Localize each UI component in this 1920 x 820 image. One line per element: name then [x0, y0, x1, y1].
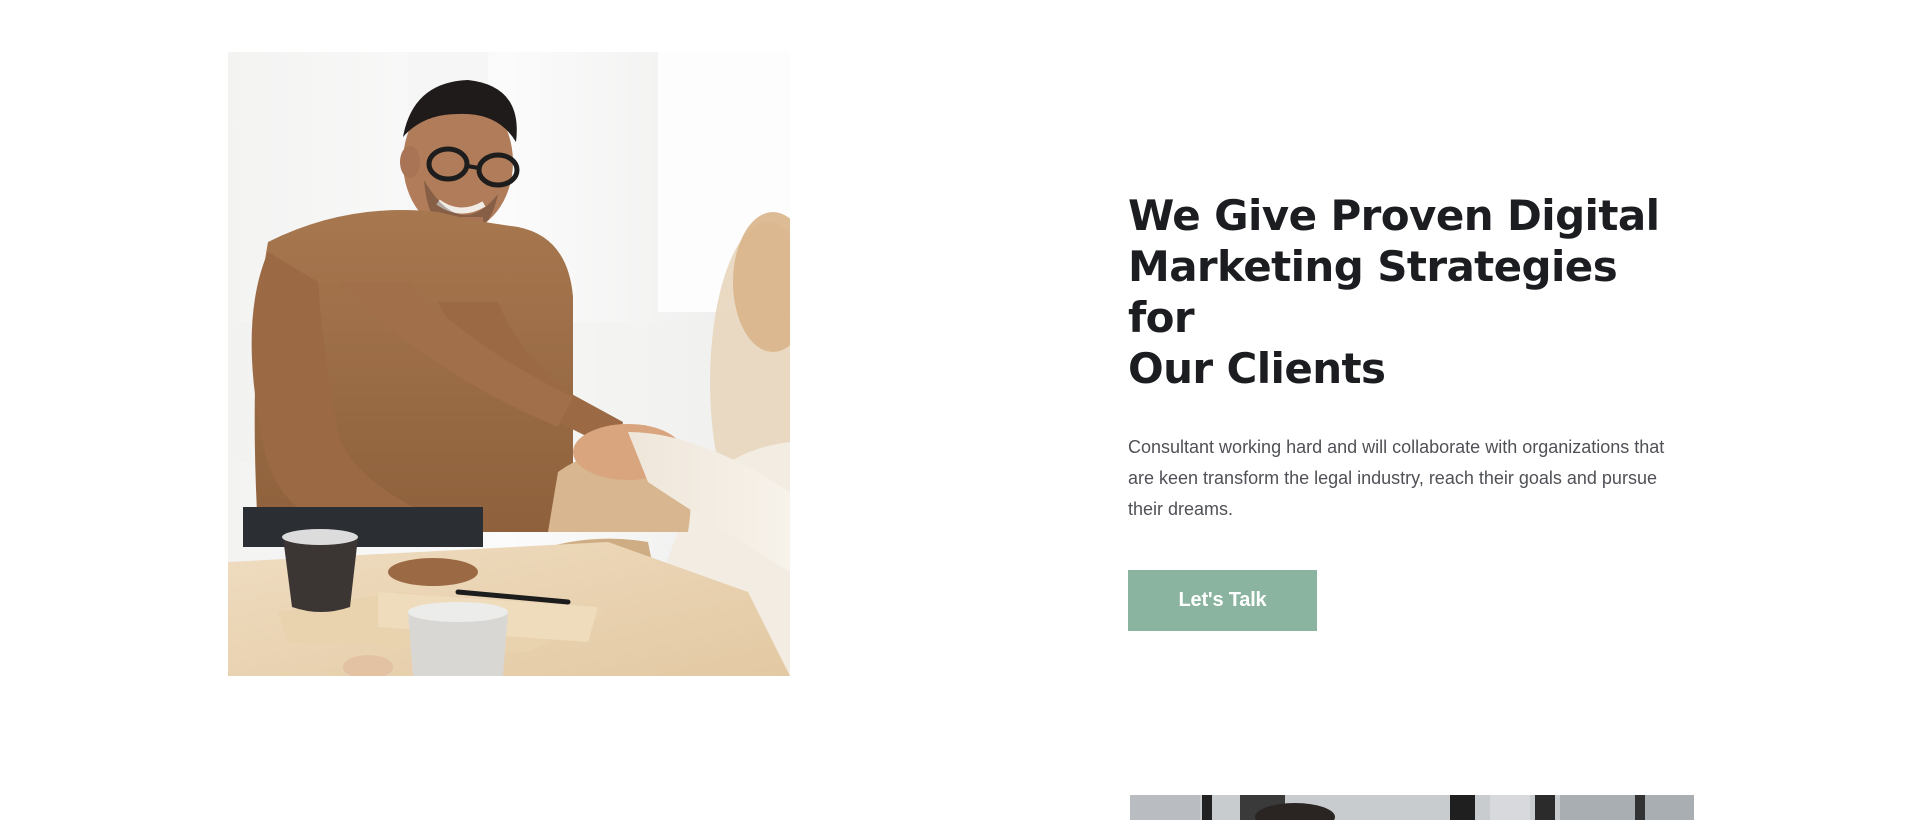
about-content: We Give Proven Digital Marketing Strateg… — [1128, 190, 1688, 631]
headline-line-3: Our Clients — [1128, 344, 1386, 393]
page: We Give Proven Digital Marketing Strateg… — [0, 0, 1920, 820]
handshake-photo — [228, 52, 790, 676]
office-photo — [1130, 795, 1694, 820]
headline-line-2: Marketing Strategies for — [1128, 242, 1618, 342]
section-headline: We Give Proven Digital Marketing Strateg… — [1128, 190, 1688, 394]
lets-talk-button[interactable]: Let's Talk — [1128, 570, 1317, 631]
headline-line-1: We Give Proven Digital — [1128, 191, 1660, 240]
section-description: Consultant working hard and will collabo… — [1128, 437, 1665, 519]
